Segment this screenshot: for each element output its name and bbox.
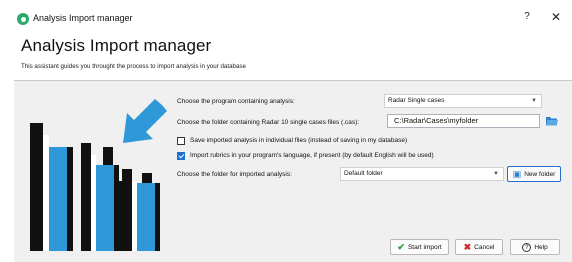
bar-chart-icon: [30, 123, 160, 251]
new-folder-label: New folder: [524, 170, 556, 178]
import-rubrics-label: Import rubrics in your program's languag…: [190, 152, 434, 159]
check-icon: ✔: [397, 241, 405, 252]
import-rubrics-checkbox[interactable]: [177, 152, 185, 160]
start-import-label: Start import: [407, 243, 442, 251]
browse-folder-icon[interactable]: [545, 115, 559, 127]
target-folder-label: Choose the folder for imported analysis:: [177, 171, 292, 178]
title-help-button[interactable]: ?: [520, 10, 534, 24]
program-label: Choose the program containing analysis:: [177, 98, 295, 105]
folder-label: Choose the folder containing Radar 10 si…: [177, 119, 360, 126]
title-bar: Analysis Import manager ? ✕: [0, 0, 572, 30]
new-folder-button[interactable]: ▣ New folder: [507, 166, 561, 182]
app-logo-icon: [17, 13, 29, 25]
help-icon: ?: [522, 242, 532, 252]
start-import-button[interactable]: ✔ Start import: [390, 239, 449, 255]
cancel-button[interactable]: ✖ Cancel: [455, 239, 503, 255]
page-title: Analysis Import manager: [21, 36, 212, 55]
cancel-label: Cancel: [474, 243, 495, 251]
chevron-down-icon: ▼: [493, 171, 499, 177]
help-button[interactable]: ? Help: [510, 239, 560, 255]
target-folder-select[interactable]: Default folder ▼: [340, 167, 504, 181]
page-subtitle: This assistant guides you throught the p…: [21, 63, 246, 70]
window-title: Analysis Import manager: [33, 13, 133, 23]
program-select-value: Radar Single cases: [388, 97, 445, 104]
close-button[interactable]: ✕: [549, 10, 563, 24]
close-icon: ✖: [463, 241, 472, 252]
program-select[interactable]: Radar Single cases ▼: [384, 94, 542, 108]
save-individual-label: Save imported analysis in individual fil…: [190, 137, 408, 144]
target-folder-value: Default folder: [344, 170, 383, 177]
chevron-down-icon: ▼: [531, 98, 537, 104]
new-folder-icon: ▣: [512, 168, 522, 179]
import-arrow-icon: [123, 99, 167, 143]
save-individual-checkbox[interactable]: [177, 137, 185, 145]
help-label: Help: [534, 243, 548, 251]
folder-path-field[interactable]: C:\Radar\Cases\myfolder: [387, 114, 540, 128]
import-illustration: [30, 99, 167, 251]
